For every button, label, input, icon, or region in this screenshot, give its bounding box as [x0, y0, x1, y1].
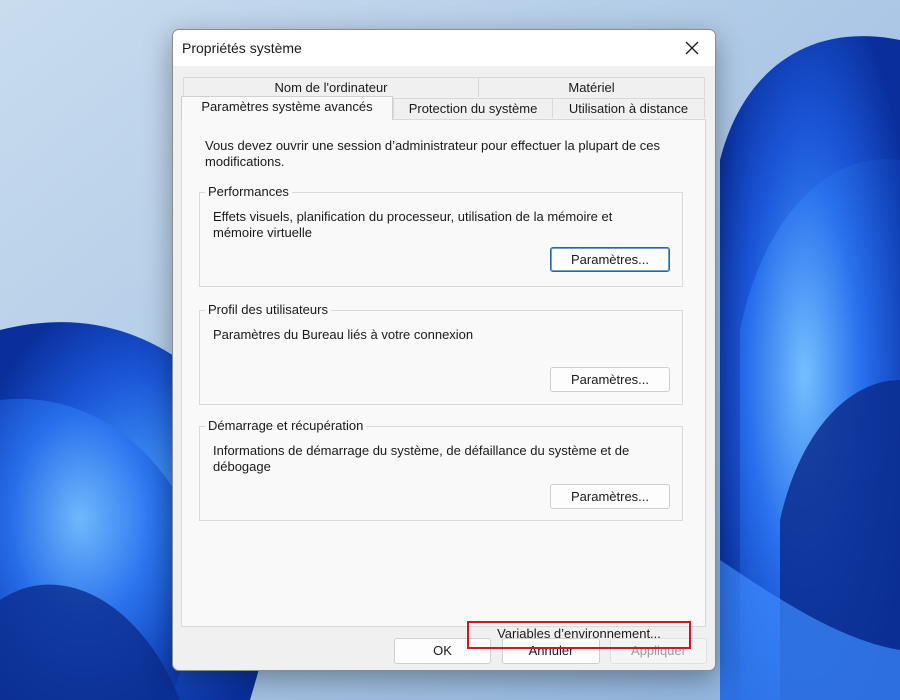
title-bar[interactable]: Propriétés système [173, 30, 715, 66]
performance-legend: Performances [205, 184, 292, 200]
dialog-title: Propriétés système [182, 40, 302, 56]
highlight-box [467, 621, 691, 649]
admin-notice-text: Vous devez ouvrir une session d’administ… [205, 138, 661, 169]
performance-description: Effets visuels, planification du process… [213, 209, 613, 240]
tab-system-protection[interactable]: Protection du système [393, 98, 553, 118]
tab-advanced-system-settings[interactable]: Paramètres système avancés [181, 96, 393, 120]
tab-computer-name[interactable]: Nom de l'ordinateur [183, 77, 479, 97]
startup-recovery-legend: Démarrage et récupération [205, 418, 367, 434]
startup-recovery-description: Informations de démarrage du système, de… [213, 443, 630, 474]
user-profiles-legend: Profil des utilisateurs [205, 302, 331, 318]
system-properties-dialog: Propriétés système Nom de l'ordinateur M… [172, 29, 716, 671]
performance-settings-button[interactable]: Paramètres... [550, 247, 670, 272]
user-profiles-settings-button[interactable]: Paramètres... [550, 367, 670, 392]
user-profiles-description: Paramètres du Bureau liés à votre connex… [213, 327, 474, 342]
user-profiles-group: Profil des utilisateurs Paramètres du Bu… [199, 302, 683, 405]
advanced-settings-panel: Vous devez ouvrir une session d’administ… [181, 119, 706, 649]
tab-remote-access[interactable]: Utilisation à distance [552, 98, 705, 118]
close-button[interactable] [669, 30, 715, 66]
startup-recovery-settings-button[interactable]: Paramètres... [550, 484, 670, 509]
startup-recovery-group: Démarrage et récupération Informations d… [199, 418, 683, 521]
tab-hardware[interactable]: Matériel [478, 77, 705, 97]
performance-group: Performances Effets visuels, planificati… [199, 184, 683, 287]
close-icon [685, 41, 699, 55]
